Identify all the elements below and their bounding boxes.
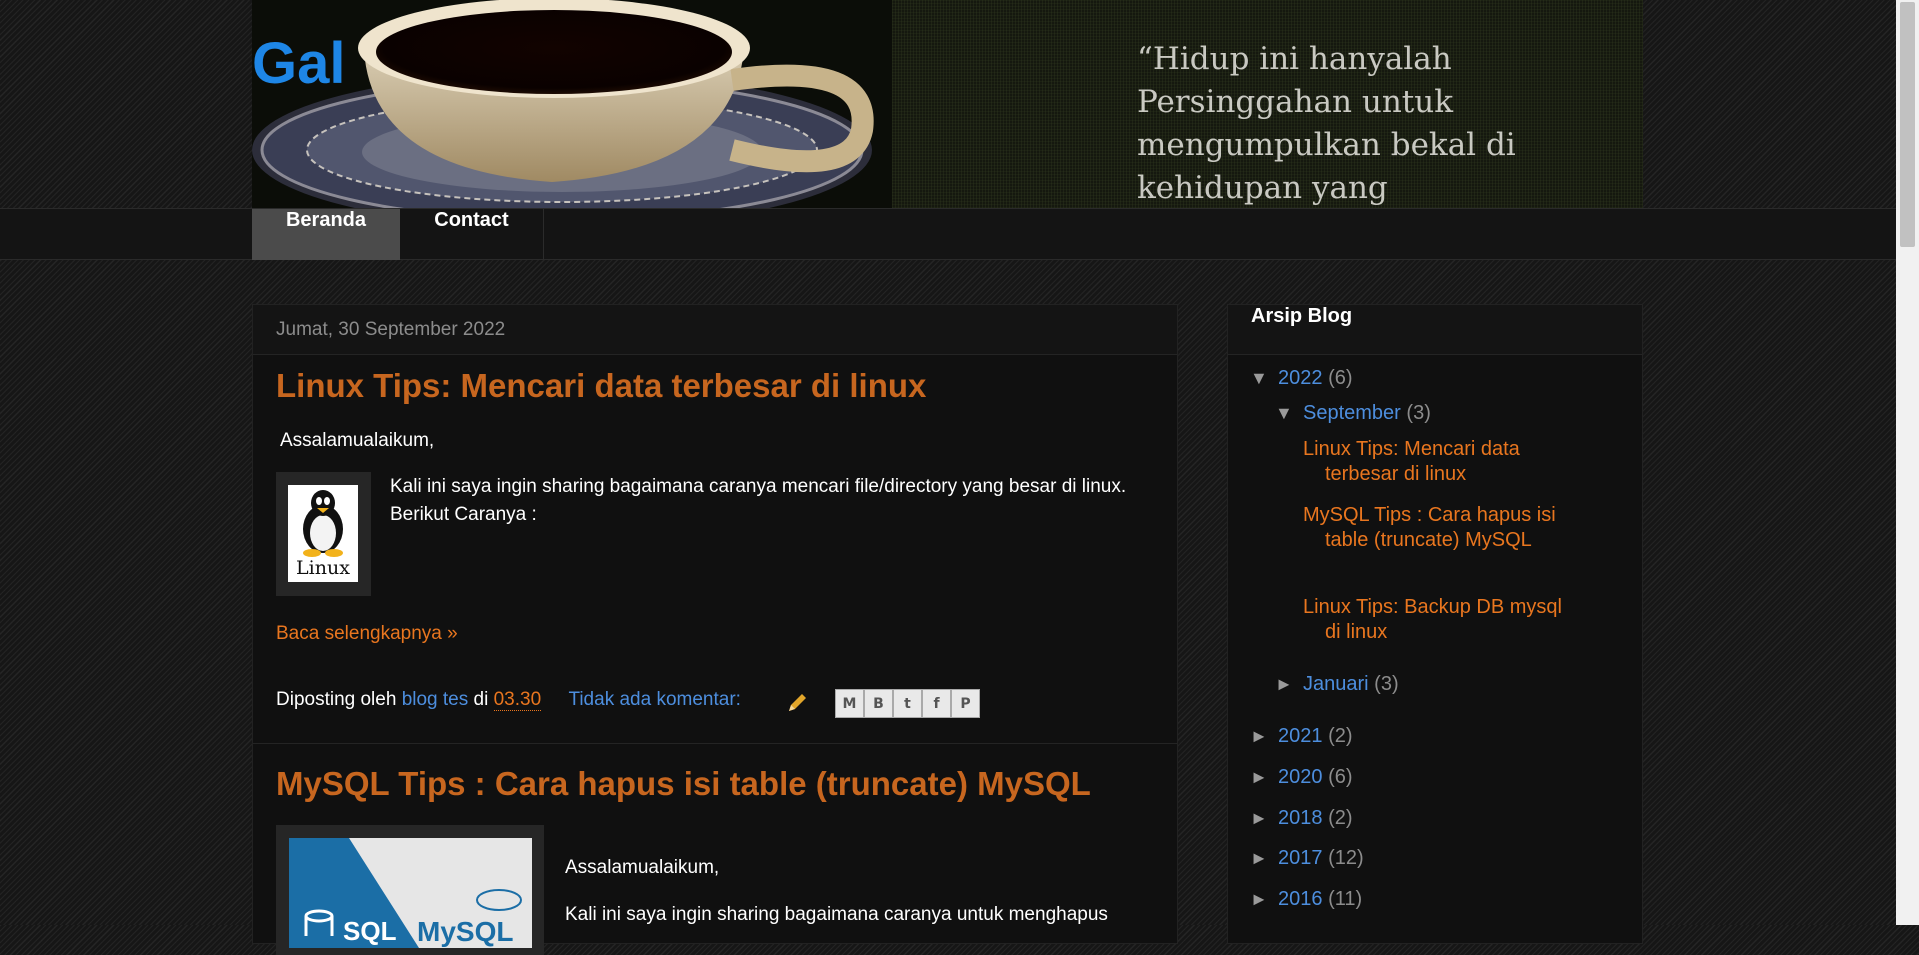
header-banner: Gal “Hidup ini hanyalah Persinggahan unt… (252, 0, 1643, 208)
post-greeting: Assalamualaikum, (565, 857, 720, 878)
coffee-cup-image (252, 0, 874, 208)
archive-count: (3) (1406, 402, 1431, 424)
post-footer: Diposting oleh blog tes di 03.30 Tidak a… (276, 689, 741, 711)
tab-contact[interactable]: Contact (400, 209, 544, 260)
posted-by-label: Diposting oleh (276, 689, 397, 710)
main-posts-column: Jumat, 30 September 2022 Linux Tips: Men… (252, 304, 1178, 955)
archive-count: (2) (1328, 807, 1353, 829)
linux-tux-image: Linux (288, 485, 358, 582)
collapsed-arrow-icon[interactable]: ► (1250, 767, 1278, 788)
archive-year-2021[interactable]: ► 2021 (2) (1250, 725, 1353, 748)
header-quote: “Hidup ini hanyalah Persinggahan untuk m… (1137, 41, 1516, 206)
expanded-arrow-icon[interactable]: ▼ (1250, 368, 1278, 389)
thumb-label-sql: SQL (343, 916, 397, 946)
twitter-icon[interactable]: t (893, 689, 922, 718)
archive-month-link[interactable]: September (1303, 402, 1401, 424)
collapsed-arrow-icon[interactable]: ► (1275, 674, 1303, 695)
post-divider (253, 743, 1177, 744)
tux-penguin-icon (303, 490, 343, 557)
post-date-header: Jumat, 30 September 2022 (253, 305, 1177, 355)
blogger-icon[interactable]: B (864, 689, 893, 718)
post-thumbnail[interactable]: SQL MySQL (276, 825, 544, 955)
archive-title: Arsip Blog (1228, 305, 1642, 355)
archive-count: (11) (1328, 888, 1363, 910)
archive-year-link[interactable]: 2016 (1278, 888, 1323, 910)
page-scrollbar[interactable] (1896, 0, 1919, 925)
facebook-icon[interactable]: f (922, 689, 951, 718)
post-body: Kali ini saya ingin sharing bagaimana ca… (390, 476, 1127, 525)
timestamp-link[interactable]: 03.30 (493, 689, 542, 711)
post-greeting: Assalamualaikum, (280, 430, 435, 451)
archive-month-link[interactable]: Januari (1303, 673, 1369, 695)
archive-year-link[interactable]: 2017 (1278, 847, 1323, 869)
collapsed-arrow-icon[interactable]: ► (1250, 848, 1278, 869)
author-link[interactable]: blog tes (402, 689, 469, 710)
sidebar: Arsip Blog ▼ 2022 (6) ▼ September (3) Linu… (1227, 304, 1643, 944)
collapsed-arrow-icon[interactable]: ► (1250, 889, 1278, 910)
archive-year-2020[interactable]: ► 2020 (6) (1250, 766, 1353, 789)
archive-count: (12) (1328, 847, 1364, 869)
archive-year-link[interactable]: 2021 (1278, 725, 1323, 747)
thumb-label-mysql: MySQL (417, 916, 514, 947)
read-more-link[interactable]: Baca selengkapnya » (276, 623, 458, 645)
comments-link[interactable]: Tidak ada komentar: (568, 689, 741, 710)
archive-year-link[interactable]: 2018 (1278, 807, 1323, 829)
archive-year-2017[interactable]: ► 2017 (12) (1250, 847, 1364, 870)
scrollbar-thumb[interactable] (1900, 2, 1915, 247)
archive-count: (2) (1328, 725, 1353, 747)
edit-pencil-icon[interactable] (785, 691, 809, 715)
collapsed-arrow-icon[interactable]: ► (1250, 726, 1278, 747)
archive-year-link[interactable]: 2022 (1278, 367, 1323, 389)
site-title[interactable]: Gal (252, 30, 346, 97)
mysql-thumbnail-image: SQL MySQL (289, 838, 532, 948)
archive-count: (3) (1374, 673, 1399, 695)
archive-post-link[interactable]: Linux Tips: Backup DB mysql di linux (1303, 595, 1563, 645)
pinterest-icon[interactable]: P (951, 689, 980, 718)
archive-post-link[interactable]: MySQL Tips : Cara hapus isi table (trunc… (1303, 503, 1563, 553)
archive-month-januari[interactable]: ► Januari (3) (1275, 673, 1399, 696)
share-buttons: M B t f P (835, 689, 980, 718)
collapsed-arrow-icon[interactable]: ► (1250, 808, 1278, 829)
archive-count: (6) (1328, 367, 1353, 389)
navigation-tabs: Beranda Contact (0, 208, 1896, 260)
archive-year-2016[interactable]: ► 2016 (11) (1250, 888, 1362, 911)
tab-beranda[interactable]: Beranda (252, 209, 400, 260)
archive-year-2022[interactable]: ▼ 2022 (6) (1250, 367, 1353, 390)
post-title[interactable]: MySQL Tips : Cara hapus isi table (trunc… (276, 765, 1091, 803)
archive-post-link[interactable]: Linux Tips: Mencari data terbesar di lin… (1303, 437, 1563, 487)
archive-month-september[interactable]: ▼ September (3) (1275, 402, 1431, 425)
email-icon[interactable]: M (835, 689, 864, 718)
at-label: di (473, 689, 489, 710)
archive-count: (6) (1328, 766, 1353, 788)
archive-year-2018[interactable]: ► 2018 (2) (1250, 807, 1353, 830)
post-title[interactable]: Linux Tips: Mencari data terbesar di lin… (276, 367, 926, 405)
expanded-arrow-icon[interactable]: ▼ (1275, 403, 1303, 424)
post-thumbnail[interactable]: Linux (276, 472, 371, 596)
archive-year-link[interactable]: 2020 (1278, 766, 1323, 788)
thumb-caption: Linux (296, 557, 350, 579)
